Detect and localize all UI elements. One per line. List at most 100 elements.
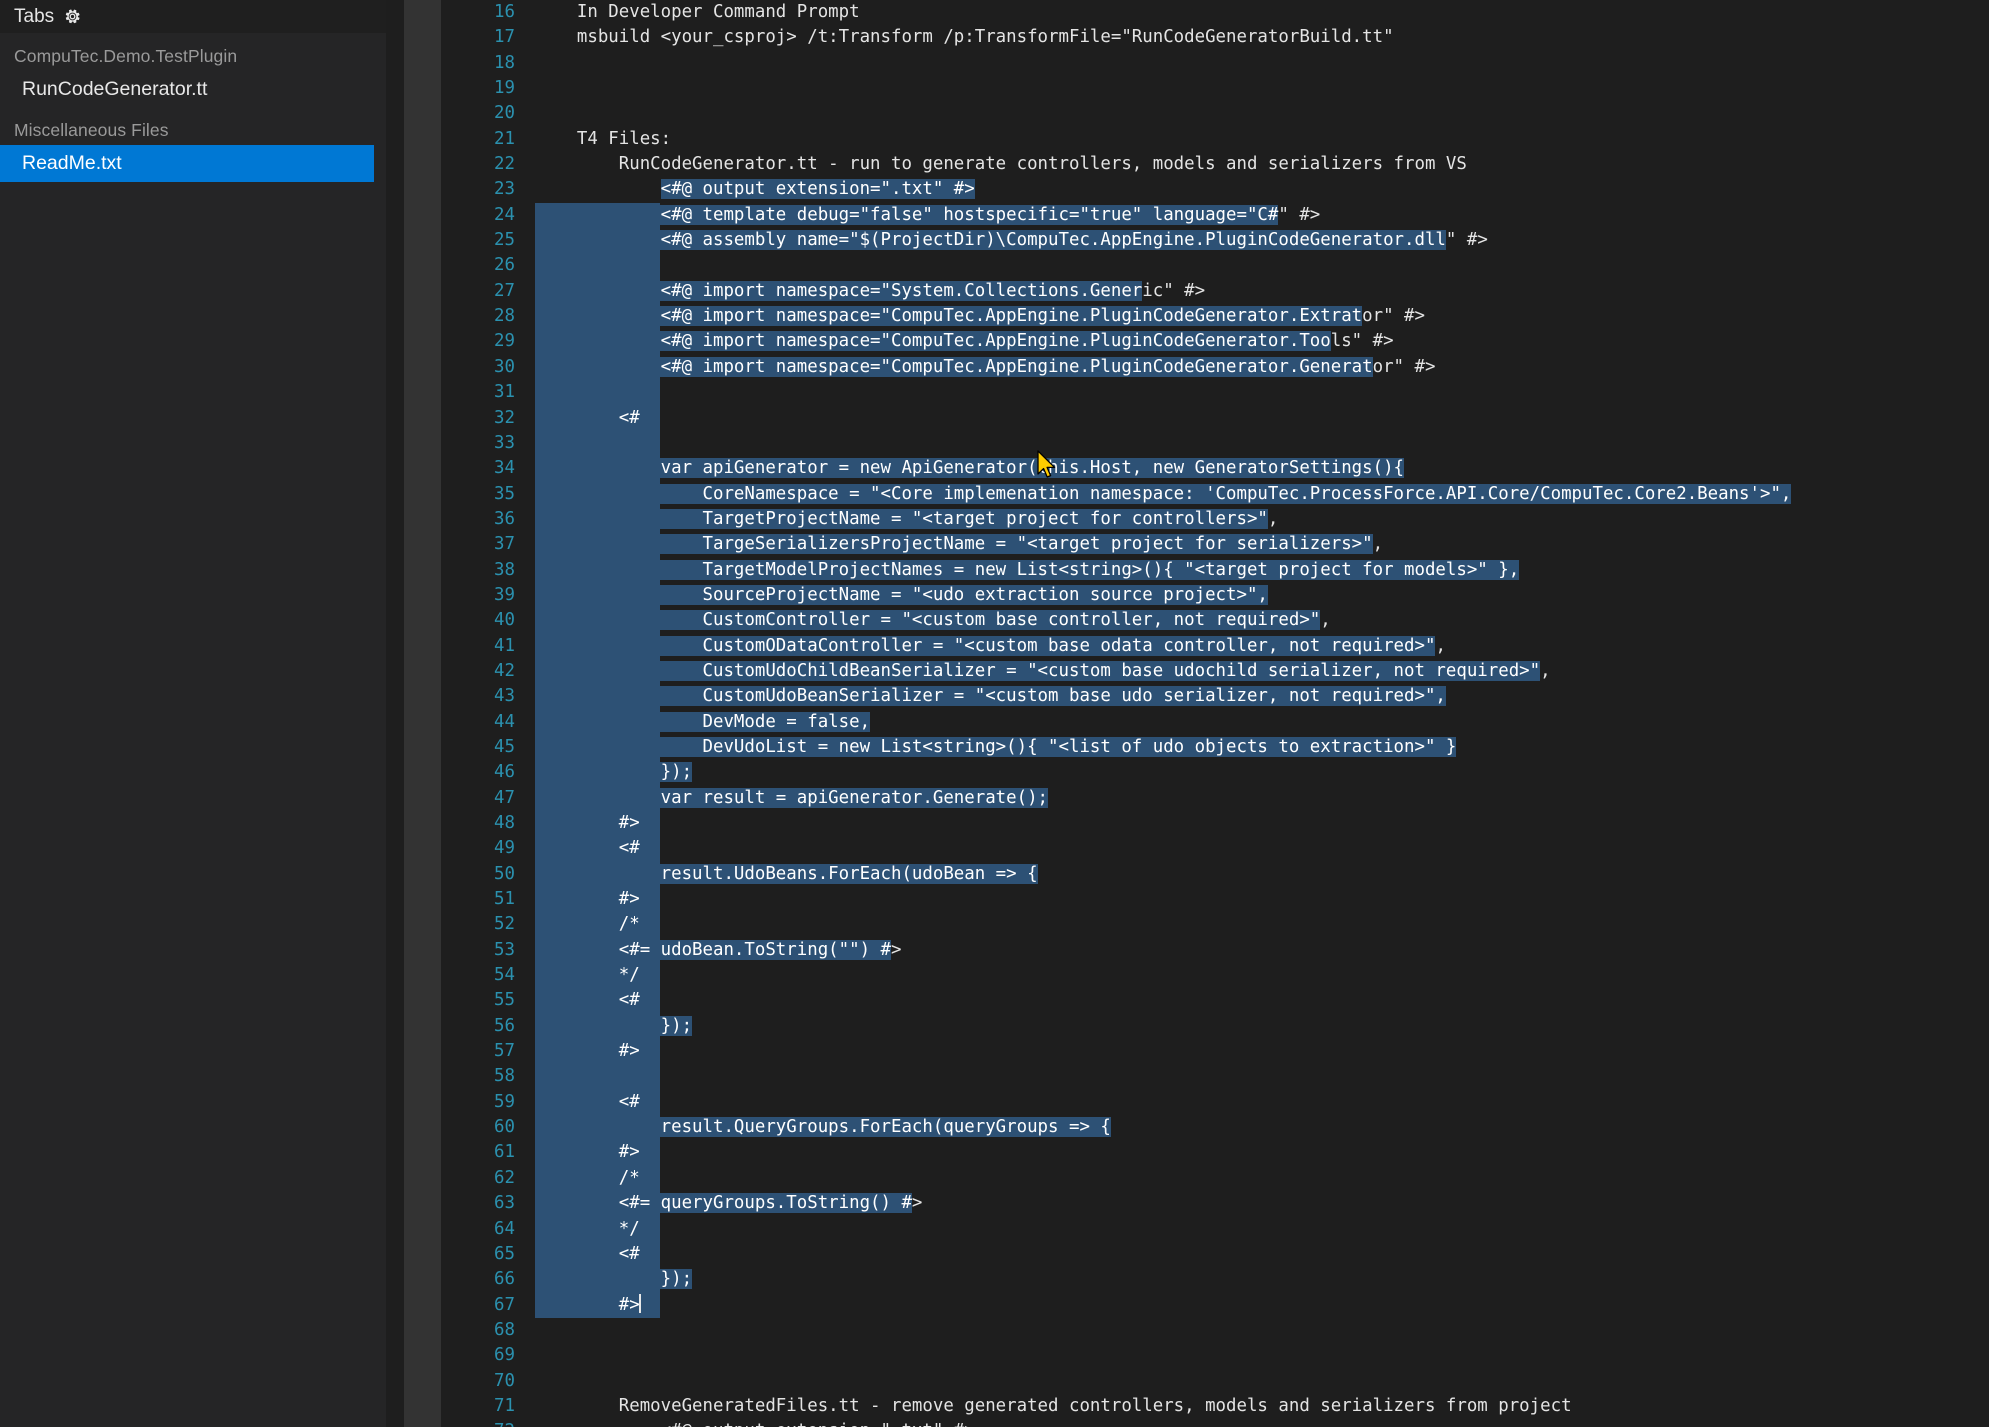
line-number: 25 (452, 228, 515, 253)
line-number: 42 (452, 659, 515, 684)
code-line[interactable]: 32 <# (452, 406, 1989, 431)
code-line-text: var apiGenerator = new ApiGenerator(this… (535, 456, 1404, 481)
code-line[interactable]: 16 In Developer Command Prompt (452, 0, 1989, 25)
line-number: 62 (452, 1166, 515, 1191)
sidebar-title: Tabs (14, 6, 54, 28)
code-line[interactable]: 35 CoreNamespace = "<Core implemenation … (452, 482, 1989, 507)
line-number: 28 (452, 304, 515, 329)
code-line[interactable]: 20 (452, 101, 1989, 126)
code-line[interactable]: 31 (452, 380, 1989, 405)
code-line[interactable]: 70 (452, 1369, 1989, 1394)
code-line[interactable]: 58 (452, 1064, 1989, 1089)
code-line[interactable]: 72 <#@ output extension=".txt" #> (452, 1419, 1989, 1427)
code-line[interactable]: 53 <#= udoBean.ToString("") #> (452, 938, 1989, 963)
sidebar-item-readme[interactable]: ReadMe.txt (0, 145, 374, 181)
code-line-text: <#= queryGroups.ToString() #> (535, 1191, 922, 1216)
code-line[interactable]: 42 CustomUdoChildBeanSerializer = "<cust… (452, 659, 1989, 684)
code-line[interactable]: 24 <#@ template debug="false" hostspecif… (452, 203, 1989, 228)
code-line[interactable]: 54 */ (452, 963, 1989, 988)
code-line[interactable]: 25 <#@ assembly name="$(ProjectDir)\Comp… (452, 228, 1989, 253)
code-line[interactable]: 27 <#@ import namespace="System.Collecti… (452, 279, 1989, 304)
code-line-text: #> (535, 1293, 641, 1318)
code-line[interactable]: 39 SourceProjectName = "<udo extraction … (452, 583, 1989, 608)
line-number: 63 (452, 1191, 515, 1216)
code-line[interactable]: 63 <#= queryGroups.ToString() #> (452, 1191, 1989, 1216)
code-line[interactable]: 36 TargetProjectName = "<target project … (452, 507, 1989, 532)
code-line[interactable]: 23 <#@ output extension=".txt" #> (452, 177, 1989, 202)
code-line-list: 16 In Developer Command Prompt17 msbuild… (452, 0, 1989, 1427)
code-line[interactable]: 71 RemoveGeneratedFiles.tt - remove gene… (452, 1394, 1989, 1419)
sidebar-group-list: CompuTec.Demo.TestPlugin RunCodeGenerato… (0, 33, 386, 182)
code-line[interactable]: 38 TargetModelProjectNames = new List<st… (452, 558, 1989, 583)
code-line-text: <# (535, 1242, 640, 1267)
line-number: 41 (452, 634, 515, 659)
code-line[interactable]: 66 }); (452, 1267, 1989, 1292)
code-line[interactable]: 59 <# (452, 1090, 1989, 1115)
code-line[interactable]: 44 DevMode = false, (452, 710, 1989, 735)
code-line[interactable]: 28 <#@ import namespace="CompuTec.AppEng… (452, 304, 1989, 329)
line-number: 49 (452, 836, 515, 861)
code-line[interactable]: 51 #> (452, 887, 1989, 912)
application-window: Tabs CompuTec.Demo.TestPlugin RunCodeGen… (0, 0, 1989, 1427)
editor-scrollbar-track[interactable] (404, 0, 441, 1427)
code-line-text: T4 Files: (535, 127, 671, 152)
tabs-sidebar: Tabs CompuTec.Demo.TestPlugin RunCodeGen… (0, 0, 386, 1427)
code-editor: 16 In Developer Command Prompt17 msbuild… (386, 0, 1989, 1427)
code-line[interactable]: 18 (452, 51, 1989, 76)
code-line[interactable]: 45 DevUdoList = new List<string>(){ "<li… (452, 735, 1989, 760)
code-line[interactable]: 22 RunCodeGenerator.tt - run to generate… (452, 152, 1989, 177)
code-line-text: }); (535, 1267, 692, 1292)
code-line[interactable]: 17 msbuild <your_csproj> /t:Transform /p… (452, 25, 1989, 50)
line-number: 37 (452, 532, 515, 557)
code-line-text: CustomODataController = "<custom base od… (535, 634, 1446, 659)
line-number: 59 (452, 1090, 515, 1115)
line-number: 27 (452, 279, 515, 304)
code-line-text: RunCodeGenerator.tt - run to generate co… (535, 152, 1467, 177)
code-line[interactable]: 26 (452, 253, 1989, 278)
code-line[interactable]: 62 /* (452, 1166, 1989, 1191)
code-line[interactable]: 37 TargeSerializersProjectName = "<targe… (452, 532, 1989, 557)
editor-left-margin (386, 0, 404, 1427)
code-line[interactable]: 33 (452, 431, 1989, 456)
code-line[interactable]: 46 }); (452, 760, 1989, 785)
line-number: 17 (452, 25, 515, 50)
code-line[interactable]: 49 <# (452, 836, 1989, 861)
code-line[interactable]: 21 T4 Files: (452, 127, 1989, 152)
code-line[interactable]: 19 (452, 76, 1989, 101)
code-line[interactable]: 60 result.QueryGroups.ForEach(queryGroup… (452, 1115, 1989, 1140)
code-line[interactable]: 43 CustomUdoBeanSerializer = "<custom ba… (452, 684, 1989, 709)
code-line-text: <#@ assembly name="$(ProjectDir)\CompuTe… (535, 228, 1488, 253)
code-line[interactable]: 64 */ (452, 1217, 1989, 1242)
code-line-text: #> (535, 887, 640, 912)
code-line[interactable]: 47 var result = apiGenerator.Generate(); (452, 786, 1989, 811)
code-line[interactable]: 67 #> (452, 1293, 1989, 1318)
line-number: 19 (452, 76, 515, 101)
group-label-misc: Miscellaneous Files (0, 107, 386, 145)
line-number: 52 (452, 912, 515, 937)
editor-gutter-spacer (441, 0, 452, 1427)
line-number: 30 (452, 355, 515, 380)
code-line[interactable]: 61 #> (452, 1140, 1989, 1165)
code-line[interactable]: 30 <#@ import namespace="CompuTec.AppEng… (452, 355, 1989, 380)
code-line[interactable]: 65 <# (452, 1242, 1989, 1267)
code-line-text: <#@ import namespace="System.Collections… (535, 279, 1205, 304)
code-line[interactable]: 40 CustomController = "<custom base cont… (452, 608, 1989, 633)
code-line[interactable]: 55 <# (452, 988, 1989, 1013)
code-line[interactable]: 69 (452, 1343, 1989, 1368)
code-line-text: result.QueryGroups.ForEach(queryGroups =… (535, 1115, 1111, 1140)
code-line[interactable]: 34 var apiGenerator = new ApiGenerator(t… (452, 456, 1989, 481)
code-line[interactable]: 29 <#@ import namespace="CompuTec.AppEng… (452, 329, 1989, 354)
code-line[interactable]: 56 }); (452, 1014, 1989, 1039)
code-line[interactable]: 52 /* (452, 912, 1989, 937)
code-surface[interactable]: 16 In Developer Command Prompt17 msbuild… (452, 0, 1989, 1427)
code-line-text: */ (535, 1217, 640, 1242)
code-line-text: */ (535, 963, 640, 988)
code-line[interactable]: 57 #> (452, 1039, 1989, 1064)
sidebar-item-runcodegenerator[interactable]: RunCodeGenerator.tt (0, 71, 386, 107)
code-line[interactable]: 50 result.UdoBeans.ForEach(udoBean => { (452, 862, 1989, 887)
code-line[interactable]: 48 #> (452, 811, 1989, 836)
gear-icon[interactable] (64, 8, 81, 25)
code-line[interactable]: 41 CustomODataController = "<custom base… (452, 634, 1989, 659)
code-line-text: <#@ template debug="false" hostspecific=… (535, 203, 1320, 228)
code-line[interactable]: 68 (452, 1318, 1989, 1343)
